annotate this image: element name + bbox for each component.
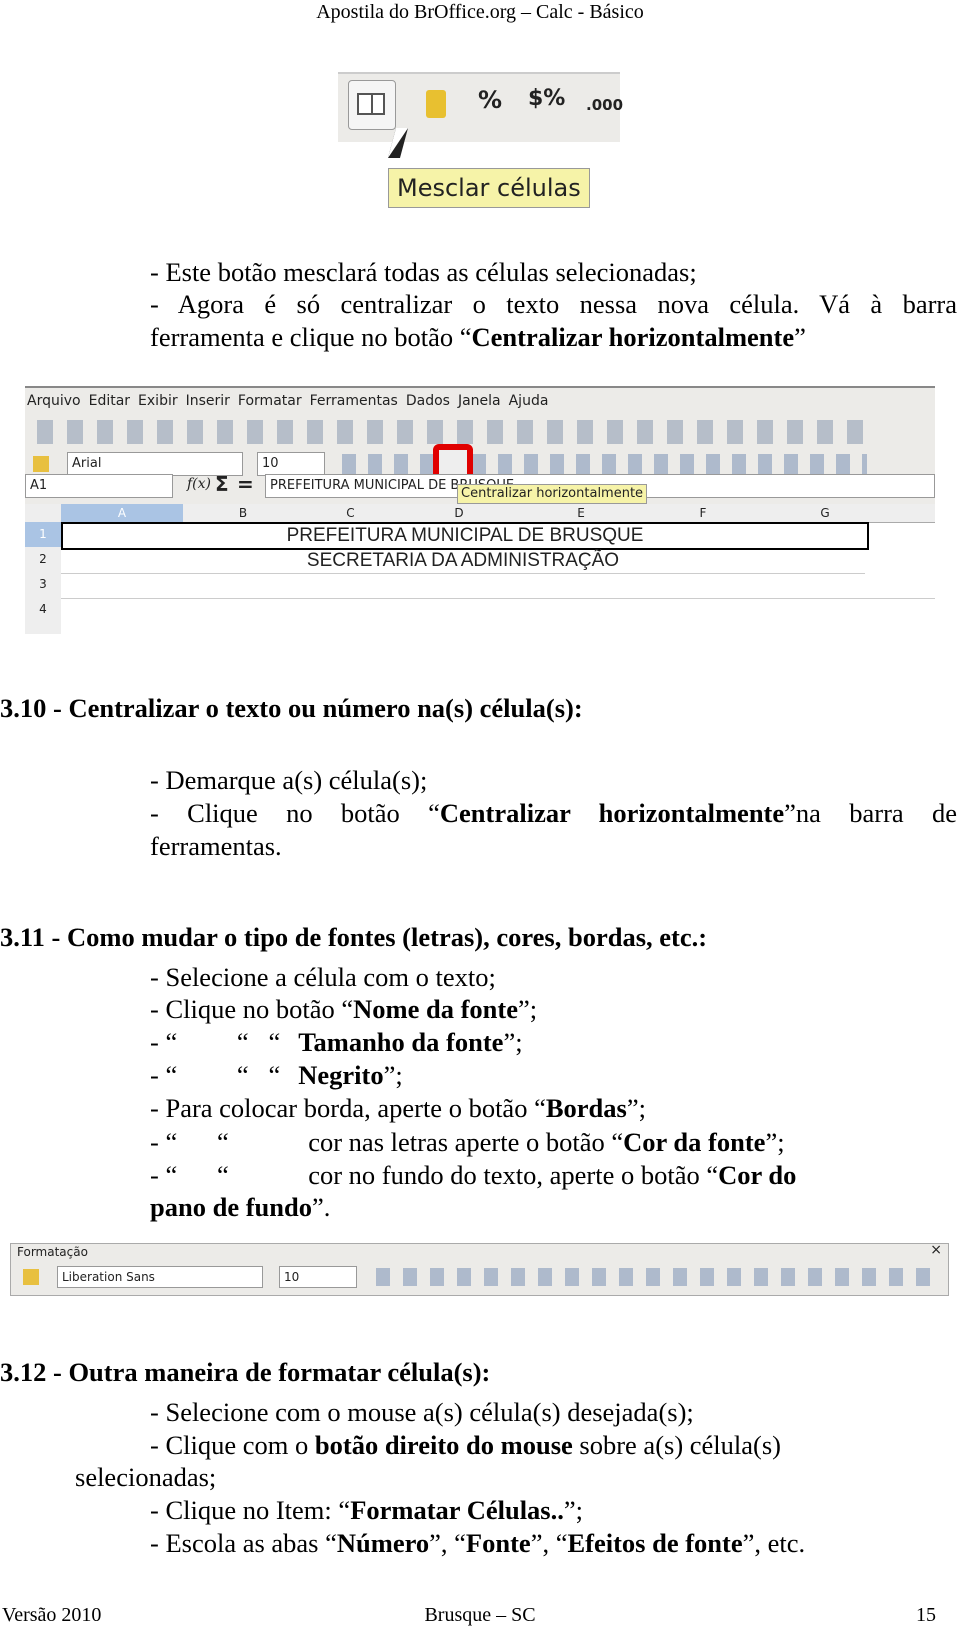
font-name-select[interactable]: Liberation Sans xyxy=(57,1266,263,1288)
tooltip: Centralizar horizontalmente xyxy=(457,484,648,504)
page-header: Apostila do BrOffice.org – Calc - Básico xyxy=(316,1,644,23)
menu-dados[interactable]: Dados xyxy=(406,393,450,409)
formatting-toolbar-screenshot: Formatação × Liberation Sans 10 xyxy=(10,1242,949,1296)
footer-center: Brusque – SC xyxy=(424,1604,536,1626)
text-line: - Escola as abas “Número”, “Fonte”, “Efe… xyxy=(150,1528,806,1558)
column-header[interactable]: B xyxy=(183,504,303,522)
tooltip: Mesclar células xyxy=(388,168,590,208)
merged-cell-a2[interactable]: SECRETARIA DA ADMINISTRAÇÃO xyxy=(61,548,865,574)
merge-cells-screenshot: % $% .000 Mesclar células xyxy=(338,72,624,220)
text-line: - “ “ cor nas letras aperte o botão “Cor… xyxy=(150,1127,785,1157)
column-header[interactable]: D xyxy=(398,504,520,522)
equals-icon[interactable]: = xyxy=(237,472,254,496)
text-line: ferramentas. xyxy=(150,831,282,861)
calc-screenshot: Arquivo Editar Exibir Inserir Formatar F… xyxy=(25,386,935,634)
merged-cell-a1[interactable]: PREFEITURA MUNICIPAL DE BRUSQUE xyxy=(61,522,869,550)
column-header[interactable]: A xyxy=(61,504,183,522)
section-heading: 3.12 - Outra maneira de formatar célula(… xyxy=(0,1357,491,1387)
decimal-icon: .000 xyxy=(586,96,624,114)
text-line: - “ “ “Tamanho da fonte”; xyxy=(150,1027,523,1057)
text-line: ferramenta e clique no botão “Centraliza… xyxy=(150,322,806,352)
text-line: - “ “ “Negrito”; xyxy=(150,1060,403,1090)
formatting-icons xyxy=(371,1268,931,1286)
menu-arquivo[interactable]: Arquivo xyxy=(27,393,81,409)
text-line: - Demarque a(s) célula(s); xyxy=(150,765,428,795)
close-icon[interactable]: × xyxy=(930,1242,942,1258)
merge-cells-icon xyxy=(348,80,396,130)
page-number: 15 xyxy=(916,1604,936,1626)
row-header[interactable]: 4 xyxy=(25,597,61,622)
standard-toolbar xyxy=(31,420,871,444)
percent-icon: % xyxy=(478,86,503,114)
sum-icon[interactable]: Σ xyxy=(215,472,229,496)
text-line: - Clique no Item: “Formatar Células..”; xyxy=(150,1495,583,1525)
text-line: - “ “ cor no fundo do texto, aperte o bo… xyxy=(150,1160,797,1190)
column-header[interactable]: F xyxy=(642,504,764,522)
text-line: - Este botão mesclará todas as células s… xyxy=(150,257,697,287)
row-header[interactable]: 2 xyxy=(25,547,61,572)
menu-bar: Arquivo Editar Exibir Inserir Formatar F… xyxy=(27,393,548,409)
menu-exibir[interactable]: Exibir xyxy=(138,393,178,409)
toolbar-title: Formatação xyxy=(17,1245,88,1259)
cell-reference-box[interactable]: A1 xyxy=(25,474,173,498)
text-line: selecionadas; xyxy=(75,1462,217,1492)
styles-icon[interactable] xyxy=(33,456,49,472)
text-line: - Selecione com o mouse a(s) célula(s) d… xyxy=(150,1397,694,1427)
row-header[interactable]: 1 xyxy=(25,522,61,547)
spreadsheet-grid: A B C D E F G 1 2 3 4 PREFEITURA MUNICIP… xyxy=(25,504,935,634)
text-line: pano de fundo”. xyxy=(150,1192,331,1222)
text-line: - Clique no botão “Nome da fonte”; xyxy=(150,994,538,1024)
column-header[interactable]: C xyxy=(303,504,398,522)
menu-formatar[interactable]: Formatar xyxy=(238,393,302,409)
menu-ferramentas[interactable]: Ferramentas xyxy=(310,393,398,409)
styles-icon[interactable] xyxy=(23,1269,39,1285)
text-line: - Agora é só centralizar o texto nessa n… xyxy=(150,289,957,319)
menu-janela[interactable]: Janela xyxy=(458,393,501,409)
menu-inserir[interactable]: Inserir xyxy=(186,393,230,409)
font-size-select[interactable]: 10 xyxy=(257,452,325,476)
text-line: - Selecione a célula com o texto; xyxy=(150,962,496,992)
currency-percent-icon: $% xyxy=(528,86,566,111)
currency-icon xyxy=(426,90,446,118)
menu-editar[interactable]: Editar xyxy=(89,393,130,409)
menu-ajuda[interactable]: Ajuda xyxy=(509,393,549,409)
function-wizard-icon[interactable]: f(x) xyxy=(187,476,211,492)
section-heading: 3.10 - Centralizar o texto ou número na(… xyxy=(0,693,583,723)
text-line: - Clique no botão “Centralizar horizonta… xyxy=(150,798,957,828)
text-line: - Clique com o botão direito do mouse so… xyxy=(150,1430,782,1460)
column-header[interactable]: G xyxy=(764,504,886,522)
section-heading: 3.11 - Como mudar o tipo de fontes (letr… xyxy=(0,922,708,952)
row-header[interactable]: 3 xyxy=(25,572,61,597)
column-header[interactable]: E xyxy=(520,504,642,522)
font-size-select[interactable]: 10 xyxy=(279,1266,357,1288)
text-line: - Para colocar borda, aperte o botão “Bo… xyxy=(150,1093,646,1123)
formatting-icons xyxy=(337,454,867,474)
